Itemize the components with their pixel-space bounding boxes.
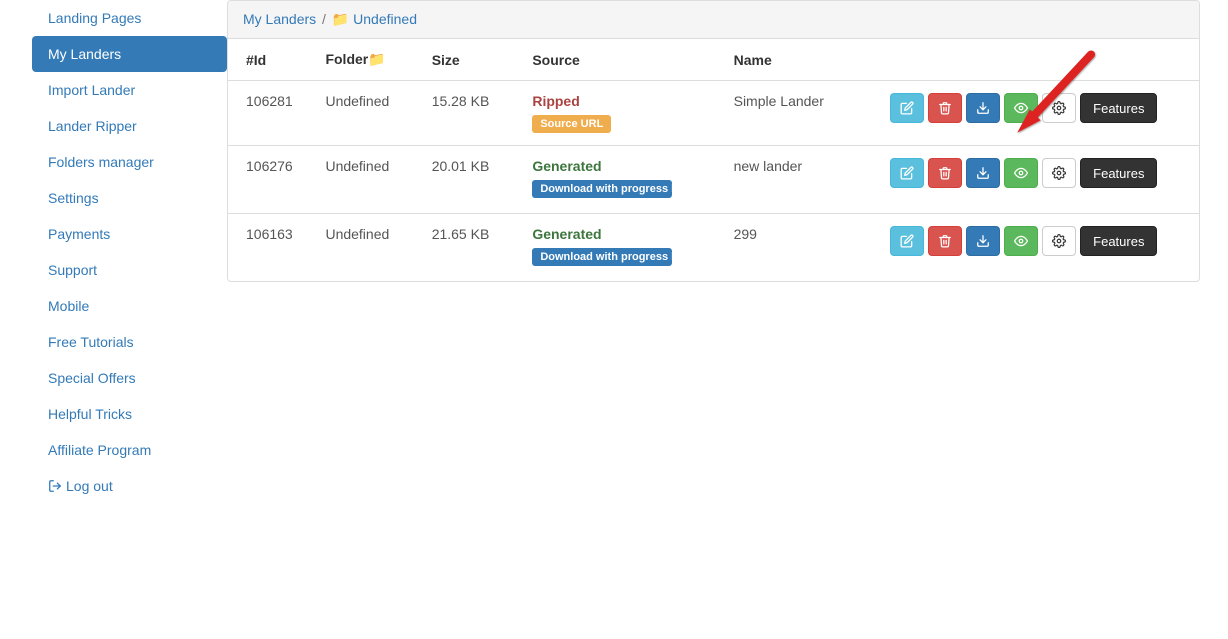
cell-folder: Undefined — [317, 146, 423, 214]
sidebar-item-mobile[interactable]: Mobile — [32, 288, 227, 324]
download-icon — [976, 101, 990, 115]
settings-button[interactable] — [1042, 93, 1076, 123]
breadcrumb-folder-name: Undefined — [353, 11, 417, 27]
preview-button[interactable] — [1004, 226, 1038, 256]
edit-icon — [900, 166, 914, 180]
breadcrumb: My Landers / 📁 Undefined — [228, 1, 1199, 39]
preview-button[interactable] — [1004, 158, 1038, 188]
delete-icon — [938, 234, 952, 248]
preview-icon — [1013, 166, 1029, 180]
source-label: Generated — [532, 158, 717, 174]
panel: My Landers / 📁 Undefined #Id Folder📁 Siz… — [227, 0, 1200, 282]
source-badge[interactable]: Source URL — [532, 115, 611, 133]
download-icon — [976, 234, 990, 248]
delete-icon — [938, 101, 952, 115]
edit-icon — [900, 101, 914, 115]
settings-icon — [1052, 234, 1066, 248]
col-header-id: #Id — [228, 39, 317, 81]
cell-name: new lander — [726, 146, 883, 214]
cell-actions: Features — [882, 146, 1199, 214]
preview-icon — [1013, 234, 1029, 248]
cell-actions: Features — [882, 214, 1199, 282]
sidebar-item-folders-manager[interactable]: Folders manager — [32, 144, 227, 180]
sidebar-item-my-landers[interactable]: My Landers — [32, 36, 227, 72]
col-header-size: Size — [424, 39, 525, 81]
cell-source: Generated Download with progress ba — [524, 146, 725, 214]
delete-button[interactable] — [928, 93, 962, 123]
col-header-name: Name — [726, 39, 883, 81]
sidebar-item-helpful-tricks[interactable]: Helpful Tricks — [32, 396, 227, 432]
sidebar-item-free-tutorials[interactable]: Free Tutorials — [32, 324, 227, 360]
sidebar-item-import-lander[interactable]: Import Lander — [32, 72, 227, 108]
edit-button[interactable] — [890, 226, 924, 256]
delete-icon — [938, 166, 952, 180]
folder-icon: 📁 — [368, 51, 385, 67]
sidebar-item-special-offers[interactable]: Special Offers — [32, 360, 227, 396]
cell-size: 20.01 KB — [424, 146, 525, 214]
table-row: 106163Undefined21.65 KB Generated Download… — [228, 214, 1199, 282]
col-header-source: Source — [524, 39, 725, 81]
logout-icon — [48, 479, 62, 496]
cell-source: Ripped Source URL — [524, 81, 725, 146]
source-label: Generated — [532, 226, 717, 242]
settings-button[interactable] — [1042, 158, 1076, 188]
delete-button[interactable] — [928, 158, 962, 188]
cell-id: 106281 — [228, 81, 317, 146]
delete-button[interactable] — [928, 226, 962, 256]
download-button[interactable] — [966, 93, 1000, 123]
logout-label: Log out — [66, 478, 113, 494]
cell-id: 106163 — [228, 214, 317, 282]
logout-link[interactable]: Log out — [32, 468, 227, 506]
cell-size: 15.28 KB — [424, 81, 525, 146]
sidebar-item-landing-pages[interactable]: Landing Pages — [32, 0, 227, 36]
preview-button[interactable] — [1004, 93, 1038, 123]
table-row: 106276Undefined20.01 KB Generated Download… — [228, 146, 1199, 214]
source-badge[interactable]: Download with progress ba — [532, 180, 672, 198]
settings-icon — [1052, 101, 1066, 115]
col-header-actions — [882, 39, 1199, 81]
sidebar-item-affiliate-program[interactable]: Affiliate Program — [32, 432, 227, 468]
breadcrumb-root[interactable]: My Landers — [243, 11, 316, 27]
features-button[interactable]: Features — [1080, 226, 1157, 256]
cell-size: 21.65 KB — [424, 214, 525, 282]
edit-button[interactable] — [890, 93, 924, 123]
source-label: Ripped — [532, 93, 717, 109]
cell-folder: Undefined — [317, 214, 423, 282]
edit-icon — [900, 234, 914, 248]
col-header-folder: Folder📁 — [317, 39, 423, 81]
cell-id: 106276 — [228, 146, 317, 214]
sidebar-item-settings[interactable]: Settings — [32, 180, 227, 216]
cell-name: 299 — [726, 214, 883, 282]
settings-button[interactable] — [1042, 226, 1076, 256]
download-button[interactable] — [966, 158, 1000, 188]
sidebar: Landing PagesMy LandersImport LanderLand… — [32, 0, 227, 506]
sidebar-item-lander-ripper[interactable]: Lander Ripper — [32, 108, 227, 144]
folder-icon: 📁 — [332, 11, 349, 27]
download-button[interactable] — [966, 226, 1000, 256]
breadcrumb-folder-link[interactable]: 📁 Undefined — [332, 11, 417, 27]
cell-source: Generated Download with progress ba — [524, 214, 725, 282]
download-icon — [976, 166, 990, 180]
breadcrumb-separator: / — [322, 11, 326, 27]
main-content: My Landers / 📁 Undefined #Id Folder📁 Siz… — [227, 0, 1200, 282]
table-row: 106281Undefined15.28 KB Ripped Source URL S… — [228, 81, 1199, 146]
source-badge[interactable]: Download with progress ba — [532, 248, 672, 266]
preview-icon — [1013, 101, 1029, 115]
sidebar-item-support[interactable]: Support — [32, 252, 227, 288]
landers-table: #Id Folder📁 Size Source Name 106281Undef… — [228, 39, 1199, 281]
cell-name: Simple Lander — [726, 81, 883, 146]
features-button[interactable]: Features — [1080, 93, 1157, 123]
cell-actions: Features — [882, 81, 1199, 146]
settings-icon — [1052, 166, 1066, 180]
features-button[interactable]: Features — [1080, 158, 1157, 188]
cell-folder: Undefined — [317, 81, 423, 146]
sidebar-item-payments[interactable]: Payments — [32, 216, 227, 252]
edit-button[interactable] — [890, 158, 924, 188]
